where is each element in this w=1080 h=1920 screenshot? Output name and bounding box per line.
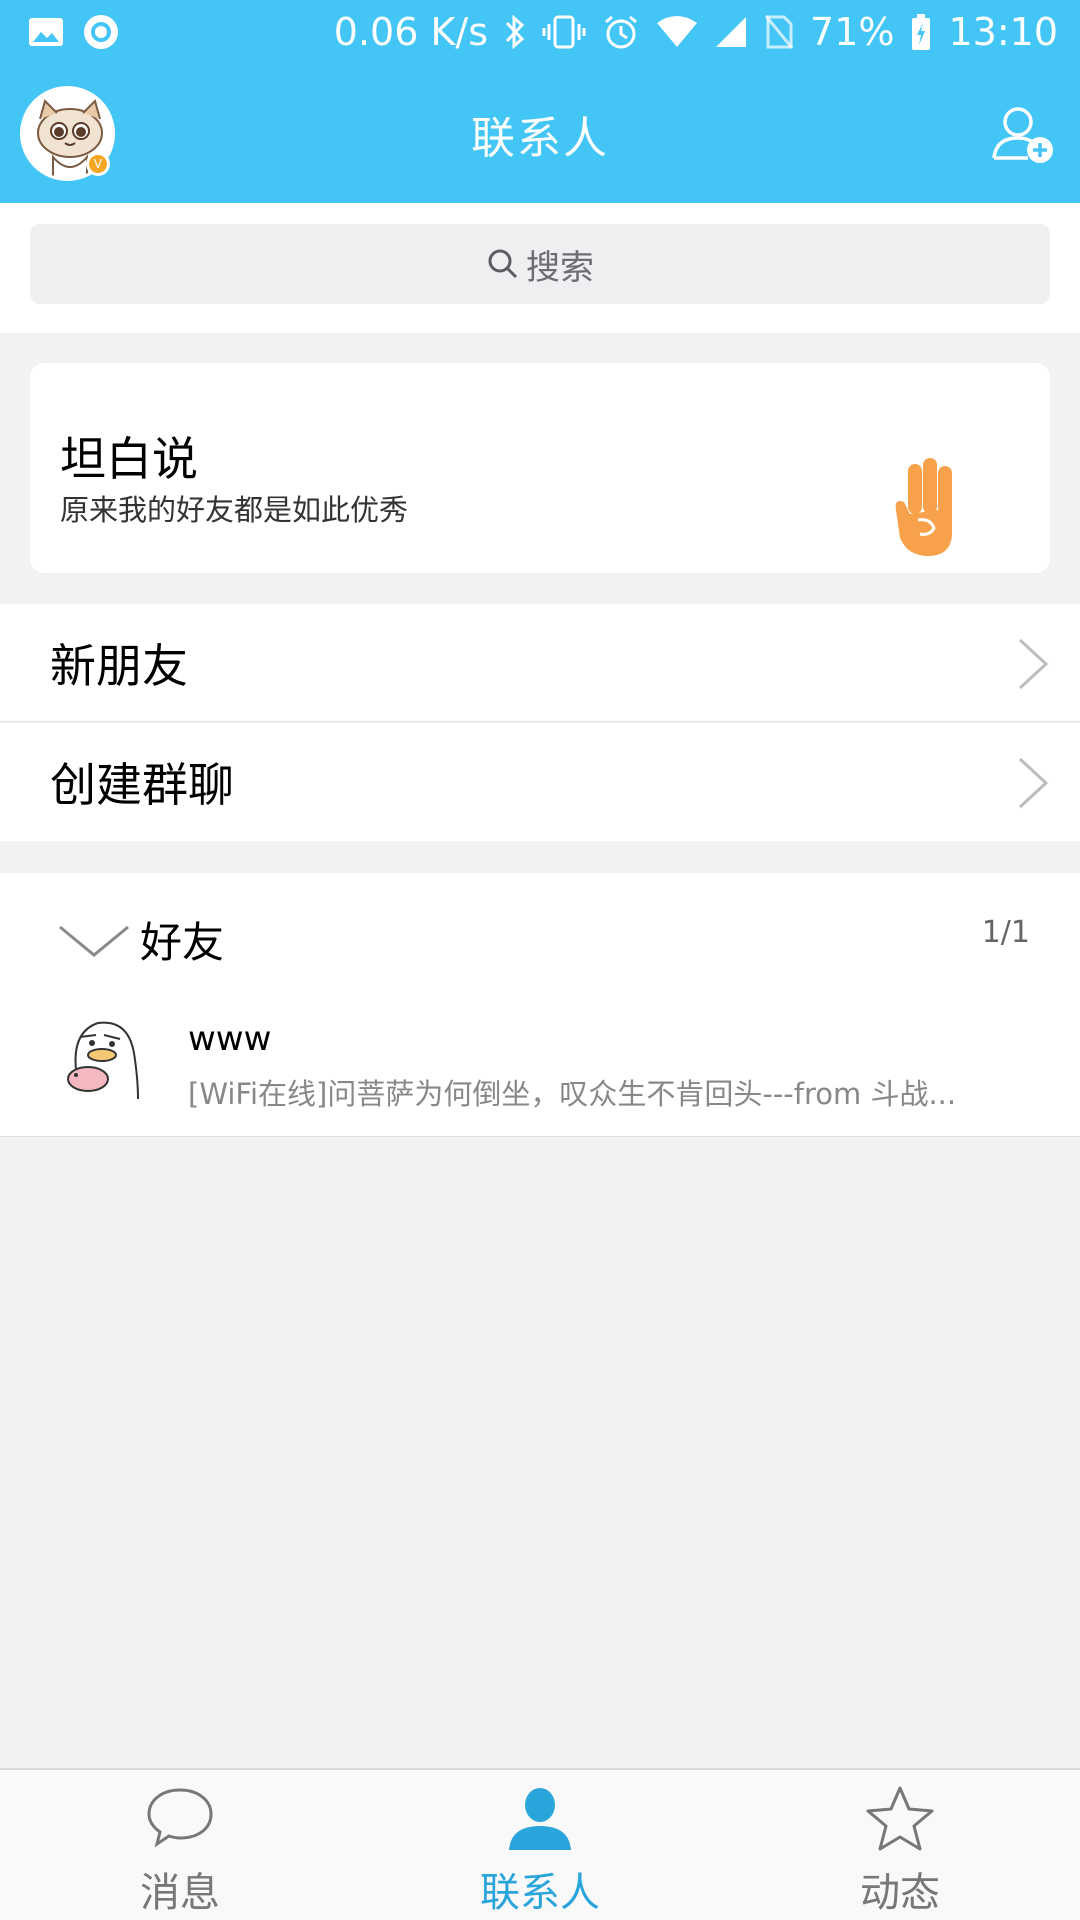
chat-bubble-icon [147, 1788, 213, 1848]
circle-app-icon [82, 13, 120, 51]
image-icon [28, 16, 64, 48]
star-icon [866, 1786, 934, 1851]
add-contact-button[interactable] [992, 102, 1056, 166]
clock: 13:10 [948, 10, 1058, 54]
new-friends-label: 新朋友 [50, 638, 188, 693]
bottom-tab-bar: 消息 联系人 动态 [0, 1768, 1080, 1920]
wifi-icon [656, 15, 698, 49]
chevron-down-icon[interactable] [58, 923, 130, 959]
tab-contacts[interactable]: 联系人 [360, 1770, 720, 1920]
create-group-label: 创建群聊 [50, 758, 234, 812]
tab-label: 联系人 [480, 1870, 600, 1916]
friends-group: 好友 1/1 www [WiFi在线]问菩萨为何倒坐，叹众生不肯回头---fro… [0, 873, 1080, 1137]
signal-icon [714, 15, 748, 49]
search-input[interactable]: 搜索 [30, 224, 1050, 304]
list-item[interactable]: www [WiFi在线]问菩萨为何倒坐，叹众生不肯回头---from 斗战... [0, 1003, 1080, 1137]
new-friends-row[interactable]: 新朋友 [0, 604, 1080, 722]
friend-status: [WiFi在线]问菩萨为何倒坐，叹众生不肯回头---from 斗战... [188, 1077, 957, 1111]
duck-avatar-icon [58, 1013, 148, 1103]
create-group-row[interactable]: 创建群聊 [0, 723, 1080, 841]
candid-title: 坦白说 [60, 432, 198, 486]
tab-label: 消息 [140, 1870, 220, 1916]
search-placeholder: 搜索 [526, 247, 594, 288]
add-contact-icon [992, 107, 1053, 163]
person-icon [509, 1788, 571, 1850]
alarm-icon [602, 13, 640, 51]
app-header: V 联系人 [0, 64, 1080, 203]
bluetooth-icon [504, 13, 526, 51]
chevron-right-icon [1018, 757, 1049, 809]
search-icon [488, 249, 518, 279]
hand-icon [895, 458, 952, 556]
status-bar: 0.06 K/s 71% 13:10 [0, 0, 1080, 64]
group-count: 1/1 [981, 915, 1030, 950]
tab-label: 动态 [860, 1870, 940, 1916]
candid-subtitle: 原来我的好友都是如此优秀 [60, 493, 409, 527]
page-title: 联系人 [471, 112, 609, 164]
no-sim-icon [764, 14, 794, 50]
network-speed: 0.06 K/s [333, 10, 489, 54]
chevron-right-icon [1018, 638, 1049, 690]
tab-feed[interactable]: 动态 [720, 1770, 1080, 1920]
vibrate-icon [542, 14, 586, 50]
group-label[interactable]: 好友 [140, 909, 224, 970]
tab-messages[interactable]: 消息 [0, 1770, 360, 1920]
candid-card[interactable]: 坦白说 原来我的好友都是如此优秀 [30, 363, 1050, 573]
search-area: 搜索 [0, 203, 1080, 333]
battery-percent: 71% [810, 10, 895, 54]
friend-name: www [188, 1019, 272, 1059]
battery-charging-icon [910, 13, 932, 51]
